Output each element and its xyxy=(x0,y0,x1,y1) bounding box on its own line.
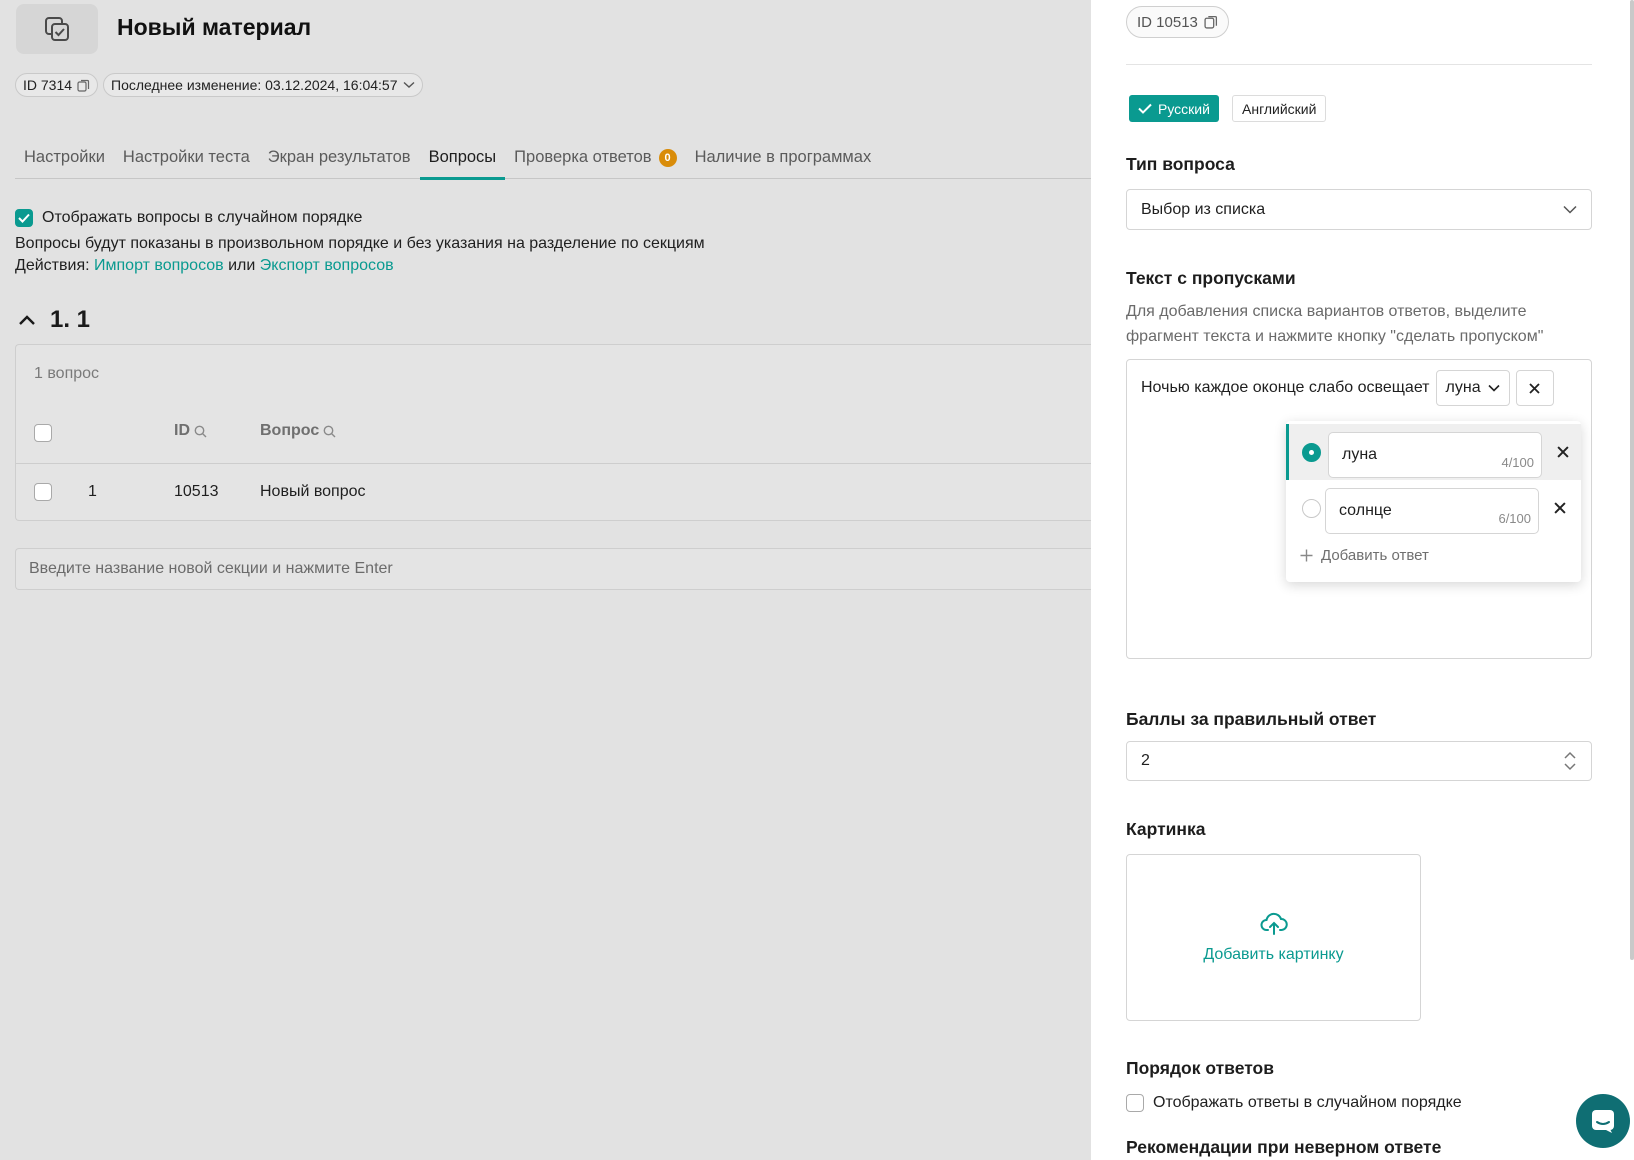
gap-text-line: Ночью каждое оконце слабо освещает луна xyxy=(1141,370,1554,406)
recommendations-label: Рекомендации при неверном ответе xyxy=(1126,1137,1442,1157)
add-image-label: Добавить картинку xyxy=(1203,945,1344,963)
tab-answer-check[interactable]: Проверка ответов 0 xyxy=(505,136,685,179)
chevron-down-icon xyxy=(1563,205,1577,214)
score-input[interactable]: 2 xyxy=(1126,741,1592,781)
search-icon[interactable] xyxy=(323,425,336,438)
remove-answer-button[interactable] xyxy=(1548,496,1572,520)
question-id-label: ID 10513 xyxy=(1137,13,1198,31)
material-id-label: ID 7314 xyxy=(23,77,73,93)
correct-answer-radio[interactable] xyxy=(1302,443,1321,462)
import-questions-link[interactable]: Импорт вопросов xyxy=(94,257,224,274)
export-questions-link[interactable]: Экспорт вопросов xyxy=(260,257,394,274)
row-number: 1 xyxy=(88,483,97,500)
question-type-select[interactable]: Выбор из списка xyxy=(1126,189,1592,230)
last-modified-dropdown[interactable]: Последнее изменение: 03.12.2024, 16:04:5… xyxy=(103,73,423,97)
random-answers-row[interactable]: Отображать ответы в случайном порядке xyxy=(1126,1094,1462,1112)
tab-in-programs[interactable]: Наличие в программах xyxy=(686,136,881,179)
gap-dropdown[interactable]: луна xyxy=(1435,370,1510,406)
add-image-dropzone[interactable]: Добавить картинку xyxy=(1126,854,1421,1021)
char-counter: 6/100 xyxy=(1498,511,1531,526)
questions-table: 1 вопрос ID Вопрос 1 10513 Новый вопрос xyxy=(15,344,1091,521)
cloud-upload-icon xyxy=(1260,912,1288,935)
question-count: 1 вопрос xyxy=(34,365,100,382)
gaps-hint: Для добавления списка вариантов ответов,… xyxy=(1126,303,1544,345)
answer-option[interactable]: солнце 6/100 xyxy=(1286,480,1581,536)
score-label: Баллы за правильный ответ xyxy=(1126,709,1377,729)
section-header[interactable]: 1. 1 xyxy=(18,306,90,334)
chevron-up-icon[interactable] xyxy=(18,314,36,326)
answer-option-input[interactable]: солнце 6/100 xyxy=(1325,488,1539,534)
search-icon[interactable] xyxy=(194,425,207,438)
answer-order-label: Порядок ответов xyxy=(1126,1058,1274,1078)
copy-icon[interactable] xyxy=(1204,15,1218,29)
chevron-down-icon xyxy=(403,81,414,88)
random-answers-checkbox[interactable] xyxy=(1126,1094,1144,1112)
tabs-bar: Настройки Настройки теста Экран результа… xyxy=(15,136,1091,180)
close-icon xyxy=(1529,382,1540,394)
gaps-label: Текст с пропусками xyxy=(1126,268,1296,288)
answer-check-badge: 0 xyxy=(658,148,677,167)
answer-option[interactable]: луна 4/100 xyxy=(1286,424,1581,480)
row-id: 10513 xyxy=(174,483,219,500)
column-id[interactable]: ID xyxy=(174,422,207,440)
tab-settings[interactable]: Настройки xyxy=(15,136,114,179)
image-label: Картинка xyxy=(1126,819,1206,839)
correct-answer-radio[interactable] xyxy=(1302,499,1321,518)
char-counter: 4/100 xyxy=(1501,455,1534,470)
close-icon xyxy=(1554,502,1566,514)
new-section-input[interactable]: Введите название новой секции и нажмите … xyxy=(15,548,1091,590)
main-page: Новый материал ID 7314 Последнее изменен… xyxy=(0,0,1091,1160)
gap-options-popup: луна 4/100 солнце 6/100 Добавить ответ xyxy=(1286,421,1581,582)
tab-test-settings[interactable]: Настройки теста xyxy=(114,136,259,179)
random-order-label: Отображать вопросы в случайном порядке xyxy=(42,209,363,226)
chat-button[interactable] xyxy=(1576,1094,1630,1148)
material-icon xyxy=(16,4,98,54)
actions-line: Действия: Импорт вопросов или Экспорт во… xyxy=(15,257,394,274)
remove-answer-button[interactable] xyxy=(1551,440,1575,464)
last-modified-label: Последнее изменение: 03.12.2024, 16:04:5… xyxy=(111,77,398,93)
row-question[interactable]: Новый вопрос xyxy=(260,483,366,501)
random-order-row[interactable]: Отображать вопросы в случайном порядке xyxy=(15,209,362,227)
lang-tab-english[interactable]: Английский xyxy=(1232,95,1327,122)
chat-icon xyxy=(1592,1110,1614,1133)
add-answer-button[interactable]: Добавить ответ xyxy=(1300,547,1429,564)
close-icon xyxy=(1557,446,1569,458)
table-row[interactable]: 1 10513 Новый вопрос xyxy=(16,463,1091,521)
plus-icon xyxy=(1300,549,1313,562)
lang-tab-russian[interactable]: Русский xyxy=(1129,95,1219,122)
page-title: Новый материал xyxy=(117,14,312,40)
scrollbar[interactable] xyxy=(1630,0,1634,960)
material-id-chip[interactable]: ID 7314 xyxy=(15,73,99,97)
divider xyxy=(1126,64,1592,65)
stepper-icon[interactable] xyxy=(1563,750,1577,772)
random-order-checkbox[interactable] xyxy=(15,209,33,227)
select-all-checkbox[interactable] xyxy=(34,424,52,442)
question-type-label: Тип вопроса xyxy=(1126,154,1235,174)
check-icon xyxy=(1138,103,1152,114)
random-info-text: Вопросы будут показаны в произвольном по… xyxy=(15,235,705,252)
column-question[interactable]: Вопрос xyxy=(260,422,336,440)
copy-icon[interactable] xyxy=(77,79,90,92)
question-id-chip[interactable]: ID 10513 xyxy=(1126,6,1229,38)
chevron-down-icon xyxy=(1488,384,1500,392)
remove-gap-button[interactable] xyxy=(1515,370,1554,406)
answer-option-input[interactable]: луна 4/100 xyxy=(1328,432,1542,478)
random-answers-label: Отображать ответы в случайном порядке xyxy=(1153,1094,1462,1111)
row-checkbox[interactable] xyxy=(34,483,52,501)
gap-text: Ночью каждое оконце слабо освещает xyxy=(1141,379,1430,396)
tab-questions[interactable]: Вопросы xyxy=(419,136,506,180)
section-title: 1. 1 xyxy=(50,306,91,333)
check-icon xyxy=(18,213,30,223)
tab-results-screen[interactable]: Экран результатов xyxy=(259,136,420,179)
